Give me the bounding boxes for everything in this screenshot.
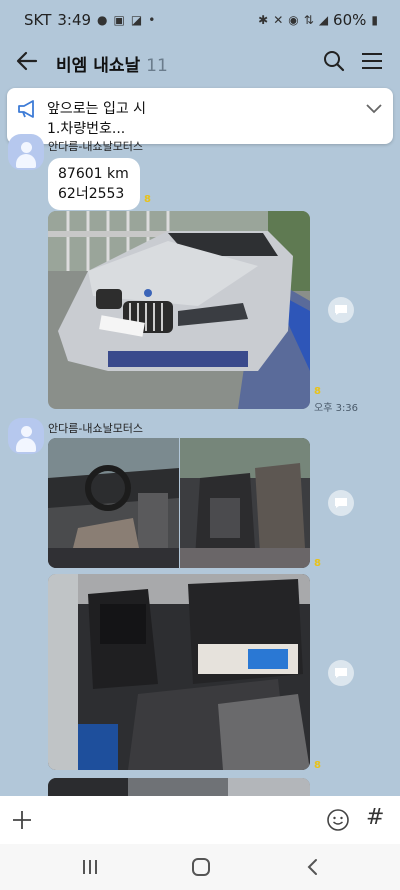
chat-header: 비엠 내쇼날 11 xyxy=(0,38,400,84)
battery-label: 60% xyxy=(333,11,367,29)
chat-room-name: 비엠 내쇼날 xyxy=(56,56,141,76)
status-right: ✱ ✕ ◉ ⇅ ◢ 60% ▮ xyxy=(258,11,378,29)
share-icon xyxy=(335,668,347,678)
system-nav-bar xyxy=(0,844,400,890)
share-button[interactable] xyxy=(328,490,354,516)
chat-bubble-icon: ● xyxy=(97,13,108,27)
notice-banner[interactable]: 앞으로는 입고 시 1.차량번호... xyxy=(7,88,393,144)
member-count: 11 xyxy=(146,56,168,76)
avatar-body xyxy=(16,154,36,168)
sender-name: 안다름-내쇼날모터스 xyxy=(48,140,144,153)
back-icon[interactable] xyxy=(303,857,323,877)
share-icon xyxy=(335,498,347,508)
text-message-bubble[interactable]: 87601 km 62너2553 xyxy=(48,158,140,210)
message-line-2: 62너2553 xyxy=(58,186,125,202)
bluetooth-icon: ✱ xyxy=(258,13,269,27)
message-input[interactable] xyxy=(46,804,316,836)
unread-count: 8 xyxy=(314,760,321,771)
menu-icon[interactable] xyxy=(360,50,384,72)
avatar[interactable] xyxy=(8,418,44,454)
share-icon xyxy=(335,305,347,315)
message-input-bar: # xyxy=(0,796,400,844)
carrier-label: SKT xyxy=(24,11,52,29)
unread-count: 8 xyxy=(314,558,321,569)
photo-partial[interactable] xyxy=(48,778,310,796)
emoji-icon[interactable] xyxy=(326,808,350,832)
share-button[interactable] xyxy=(328,297,354,323)
unread-count: 8 xyxy=(314,386,321,397)
hashtag-icon[interactable]: # xyxy=(366,805,384,830)
dot-icon: • xyxy=(148,13,156,27)
photo-interior-dashboard[interactable] xyxy=(48,438,179,568)
message-line-1: 87601 km xyxy=(58,166,129,182)
news-icon: ▣ xyxy=(113,13,125,27)
share-button[interactable] xyxy=(328,660,354,686)
sender-name: 안다름-내쇼날모터스 xyxy=(48,422,144,435)
notice-line-2: 1.차량번호... xyxy=(47,121,126,137)
plus-icon[interactable] xyxy=(10,808,34,832)
recent-apps-icon[interactable] xyxy=(80,857,100,877)
chat-icon: ◪ xyxy=(130,13,143,27)
clock-label: 3:49 xyxy=(57,11,92,29)
chat-title: 비엠 내쇼날 11 xyxy=(56,51,168,76)
unread-count: 8 xyxy=(144,194,151,205)
avatar[interactable] xyxy=(8,134,44,170)
photo-rear-seats[interactable] xyxy=(48,574,310,770)
lte-icon: ⇅ xyxy=(303,13,314,27)
message-time: 오후 3:36 xyxy=(314,403,359,414)
interior-seats-image xyxy=(180,438,310,568)
partial-image xyxy=(48,778,310,796)
avatar-head xyxy=(21,142,32,153)
status-bar: SKT 3:49 ● ▣ ◪ • ✱ ✕ ◉ ⇅ ◢ 60% ▮ xyxy=(0,0,400,38)
chevron-down-icon[interactable] xyxy=(365,101,383,115)
notice-line-1: 앞으로는 입고 시 xyxy=(47,101,147,117)
back-arrow-icon[interactable] xyxy=(14,48,40,74)
location-icon: ◉ xyxy=(288,13,299,27)
photo-car-exterior[interactable] xyxy=(48,211,310,409)
status-left: SKT 3:49 ● ▣ ◪ • xyxy=(24,11,155,29)
mute-icon: ✕ xyxy=(273,13,284,27)
search-icon[interactable] xyxy=(322,49,346,73)
avatar-body xyxy=(16,438,36,452)
battery-icon: ▮ xyxy=(371,13,378,27)
car-exterior-image xyxy=(48,211,310,409)
photo-interior-seats[interactable] xyxy=(180,438,310,568)
signal-icon: ◢ xyxy=(318,13,329,27)
avatar-head xyxy=(21,426,32,437)
interior-dashboard-image xyxy=(48,438,179,568)
rear-seats-image xyxy=(48,574,310,770)
megaphone-icon xyxy=(18,100,34,118)
home-icon[interactable] xyxy=(191,857,211,877)
